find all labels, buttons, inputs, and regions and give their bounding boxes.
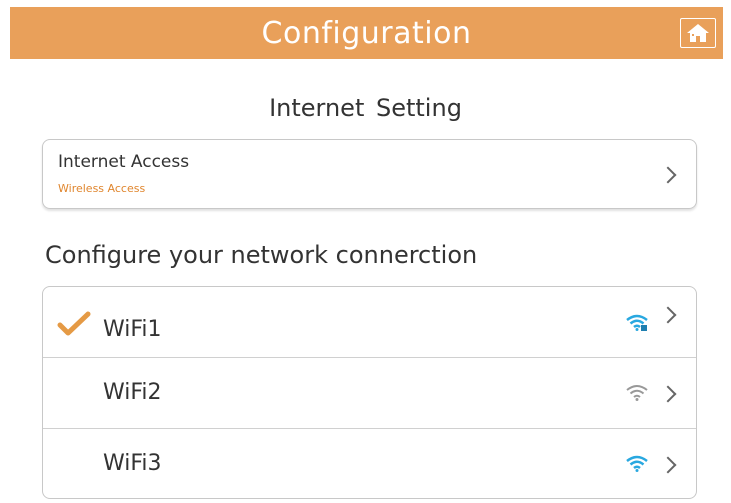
chevron-right-icon	[659, 456, 677, 474]
network-heading: Configure your network connerction	[45, 241, 478, 269]
wifi-signal-icon	[626, 314, 648, 331]
checkmark-icon	[57, 311, 91, 336]
internet-access-value: Wireless Access	[58, 182, 146, 195]
chevron-right-icon	[659, 385, 677, 403]
section-title: Internet Setting	[269, 94, 462, 122]
internet-access-label: Internet Access	[58, 152, 190, 172]
wifi-item-wifi1[interactable]: WiFi1	[43, 287, 696, 358]
wifi-list: WiFi1 WiFi2 WiFi3	[42, 286, 697, 499]
wifi-item-wifi3[interactable]: WiFi3	[43, 429, 696, 498]
wifi-signal-icon	[626, 385, 648, 401]
header-bar: Configuration	[10, 7, 723, 59]
home-button[interactable]	[680, 18, 716, 48]
wifi-name: WiFi1	[103, 317, 162, 342]
chevron-right-icon	[659, 306, 677, 324]
wifi-signal-icon	[626, 455, 648, 472]
wifi-name: WiFi3	[103, 451, 162, 476]
chevron-right-icon	[659, 166, 677, 184]
wifi-name: WiFi2	[103, 380, 162, 405]
internet-access-row[interactable]: Internet Access Wireless Access	[42, 139, 697, 209]
home-icon	[687, 24, 709, 42]
wifi-item-wifi2[interactable]: WiFi2	[43, 358, 696, 429]
page-title: Configuration	[261, 15, 472, 51]
